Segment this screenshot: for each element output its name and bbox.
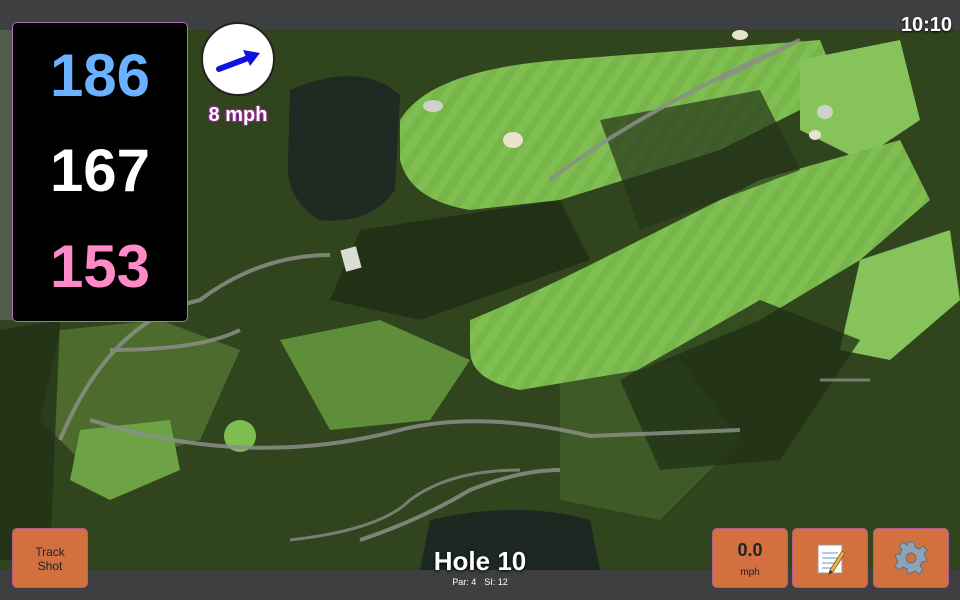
settings-button[interactable]: [873, 528, 949, 588]
track-shot-label: Track Shot: [35, 545, 65, 573]
clock-display: 10:10: [900, 14, 952, 36]
speed-button[interactable]: 0.0 mph: [712, 528, 788, 588]
hole-stroke-index: SI: 12: [484, 577, 508, 587]
speed-value: 0.0: [737, 540, 763, 560]
gear-icon: [894, 541, 928, 575]
track-shot-button[interactable]: Track Shot: [12, 528, 88, 588]
notepad-icon: [817, 544, 846, 575]
back-distance: 186: [49, 42, 151, 109]
wind-speed-label: 8 mph: [208, 104, 268, 126]
front-distance: 153: [49, 233, 151, 300]
wind-indicator: [201, 22, 275, 96]
hole-par: Par: 4: [452, 577, 477, 587]
distance-panel: 186 167 153: [12, 22, 188, 322]
wind-direction-arrow-icon: [216, 50, 260, 72]
center-distance: 167: [49, 137, 151, 204]
speed-unit: mph: [740, 567, 760, 578]
hole-meta: Par: 4 SI: 12: [380, 577, 580, 587]
notes-button[interactable]: [792, 528, 868, 588]
hole-title: Hole 10: [433, 546, 527, 576]
